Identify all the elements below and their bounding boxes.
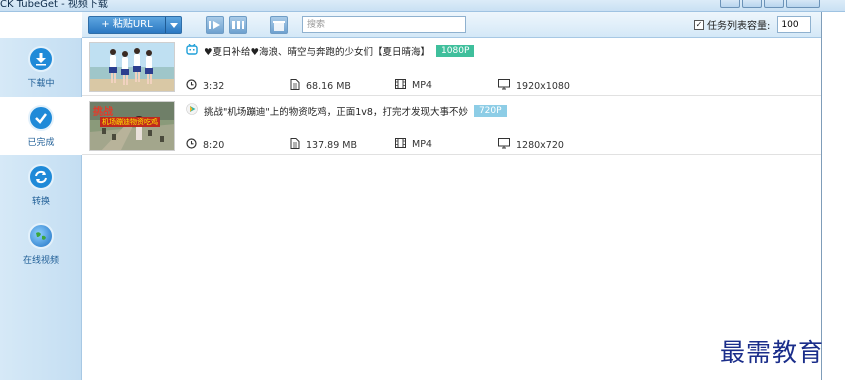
globe-icon	[28, 223, 54, 249]
format-field: MP4	[395, 138, 432, 151]
duration-value: 8:20	[203, 139, 225, 151]
sidebar-item-downloading[interactable]: 下载中	[0, 38, 82, 96]
resolution-badge: 1080P	[436, 45, 475, 57]
row-title: ♥夏日补给♥海浪、晴空与奔跑的少女们【夏日晴海】 1080P	[186, 43, 475, 58]
size-field: 137.89 MB	[290, 138, 357, 152]
video-thumbnail[interactable]	[89, 42, 175, 92]
duration-value: 3:32	[203, 80, 225, 92]
dimensions-value: 1280x720	[516, 139, 564, 151]
duration-field: 3:32	[186, 79, 224, 93]
bilibili-icon	[186, 43, 198, 58]
format-field: MP4	[395, 79, 432, 92]
capacity-input[interactable]	[777, 16, 812, 33]
maximize-button[interactable]	[764, 0, 784, 8]
start-icon[interactable]	[206, 16, 224, 34]
list-item[interactable]: 挑战 机场蹦迪物资吃鸡 挑战"机场蹦迪"上的物资吃鸡，正面1v8，打完才发现大事…	[82, 97, 821, 155]
sidebar-item-completed[interactable]: 已完成	[0, 97, 82, 155]
minimize-button[interactable]	[742, 0, 762, 8]
sidebar-item-online-video[interactable]: 在线视频	[0, 215, 82, 273]
capacity-checkbox[interactable]: ✓	[694, 19, 704, 30]
window-border	[821, 12, 845, 380]
sidebar-item-label: 转换	[31, 197, 50, 207]
dimensions-field: 1280x720	[498, 138, 564, 152]
sidebar: 下载中 已完成 转换 在线视频	[0, 38, 82, 380]
list-item[interactable]: ♥夏日补给♥海浪、晴空与奔跑的少女们【夏日晴海】 1080P 3:32 68.1…	[82, 38, 821, 96]
thumbnail-caption-large: 挑战	[93, 107, 113, 118]
row-title: 挑战"机场蹦迪"上的物资吃鸡，正面1v8，打完才发现大事不妙 720P	[186, 103, 507, 118]
play-icon	[186, 103, 198, 118]
dimensions-value: 1920x1080	[516, 80, 570, 92]
sidebar-item-convert[interactable]: 转换	[0, 156, 82, 214]
convert-icon	[28, 164, 54, 190]
paste-url-label: + 粘贴URL	[101, 19, 153, 30]
size-value: 68.16 MB	[306, 80, 351, 92]
resolution-badge: 720P	[473, 104, 507, 117]
download-list: ♥夏日补给♥海浪、晴空与奔跑的少女们【夏日晴海】 1080P 3:32 68.1…	[82, 38, 821, 380]
sidebar-item-label: 已完成	[27, 138, 55, 148]
toolbar: + 粘贴URL ✓ 任务列表容量:	[82, 12, 821, 38]
dimensions-field: 1920x1080	[498, 79, 570, 93]
duration-field: 8:20	[186, 138, 224, 152]
format-value: MP4	[412, 139, 432, 150]
watermark: 最需教育	[720, 338, 825, 367]
video-thumbnail[interactable]: 挑战 机场蹦迪物资吃鸡	[89, 101, 175, 151]
format-value: MP4	[412, 80, 432, 91]
clock-icon	[186, 138, 197, 152]
search-input[interactable]	[302, 16, 466, 33]
video-title: ♥夏日补给♥海浪、晴空与奔跑的少女们【夏日晴海】	[204, 47, 431, 58]
paste-url-button[interactable]: + 粘贴URL	[88, 16, 182, 34]
sidebar-item-label: 在线视频	[22, 256, 59, 266]
window-title: CK TubeGet - 视频下载	[0, 0, 108, 10]
capacity-group: ✓ 任务列表容量:	[694, 16, 812, 33]
sidebar-item-label: 下载中	[27, 79, 55, 89]
clock-icon	[186, 79, 197, 93]
delete-icon[interactable]	[270, 16, 288, 34]
video-title: 挑战"机场蹦迪"上的物资吃鸡，正面1v8，打完才发现大事不妙	[204, 106, 468, 118]
pause-icon[interactable]	[229, 16, 247, 34]
title-bar: CK TubeGet - 视频下载	[0, 0, 845, 12]
thumbnail-caption-small: 机场蹦迪物资吃鸡	[100, 117, 160, 127]
monitor-icon	[498, 79, 510, 93]
file-icon	[290, 79, 300, 93]
capacity-label: 任务列表容量:	[707, 21, 771, 32]
file-icon	[290, 138, 300, 152]
size-field: 68.16 MB	[290, 79, 351, 93]
size-value: 137.89 MB	[306, 139, 357, 151]
chevron-down-icon[interactable]	[165, 17, 181, 33]
monitor-icon	[498, 138, 510, 152]
film-icon	[395, 138, 406, 151]
menu-button[interactable]	[720, 0, 740, 8]
check-icon	[28, 105, 54, 131]
download-icon	[28, 46, 54, 72]
film-icon	[395, 79, 406, 92]
close-button[interactable]	[786, 0, 820, 8]
